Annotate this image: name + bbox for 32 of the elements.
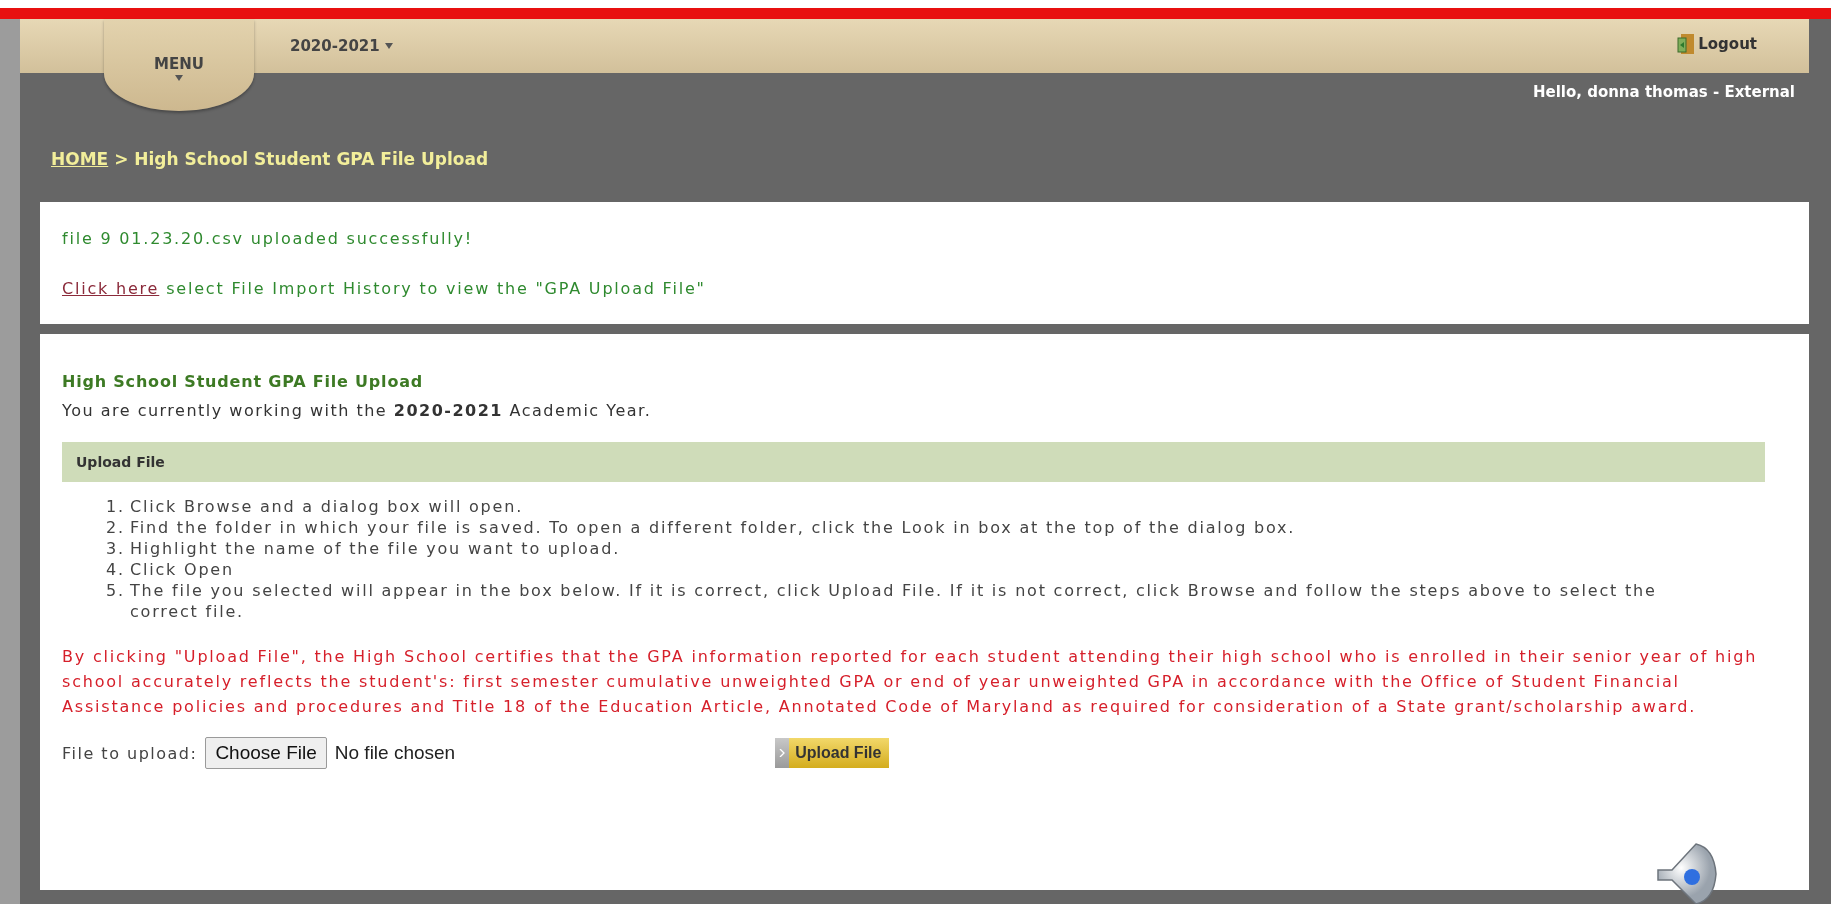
home-link[interactable]: HOME bbox=[51, 149, 109, 169]
menu-tab[interactable]: MENU bbox=[104, 19, 254, 111]
step-text: The file you selected will appear in the box below. If it is correct, click Upload File. If it is not correct, click Browse and follow the steps above to select the correct file. bbox=[130, 580, 1658, 622]
step-number: 2. bbox=[106, 517, 126, 538]
door-icon bbox=[1677, 33, 1696, 55]
step-text: Click Open bbox=[130, 559, 234, 580]
step-text: Click Browse and a dialog box will open. bbox=[130, 496, 524, 517]
step-number: 3. bbox=[106, 538, 126, 559]
click-here-link[interactable]: Click here bbox=[62, 279, 160, 298]
speaker-icon[interactable] bbox=[1656, 840, 1718, 904]
file-status: No file chosen bbox=[334, 742, 456, 764]
step-number: 1. bbox=[106, 496, 126, 517]
step-text: Find the folder in which your file is saved. To open a different folder, click the Look in box at the top of the dialog box. bbox=[130, 517, 1296, 538]
logout-link[interactable]: Logout bbox=[1677, 33, 1757, 55]
success-message: file 9 01.23.20.csv uploaded successfully! bbox=[62, 229, 475, 250]
step-text: Highlight the name of the file you want to upload. bbox=[130, 538, 621, 559]
certification-text: By clicking "Upload File", the High School certifies that the GPA information reported for each student attending their high school who is enrolled in their senior year of high school accurately reflects the student's: first semester cumulative unweighted GPA or end of year unweighted GPA in accordance with the Office of Student Financial Assistance policies and procedures and Title 18 of the Education Article, Annotated Code of Maryland as required for consideration of a State grant/scholarship award. bbox=[62, 646, 1759, 718]
greeting-text: Hello, donna thomas - External bbox=[1532, 82, 1796, 103]
section-header: Upload File bbox=[62, 442, 1765, 482]
step-number: 5. bbox=[106, 580, 126, 602]
caret-icon bbox=[175, 75, 183, 81]
academic-year-text: You are currently working with the 2020-2021 Academic Year. bbox=[62, 401, 653, 420]
choose-file-button[interactable]: Choose File bbox=[205, 737, 327, 769]
upload-button[interactable]: Upload File bbox=[775, 738, 890, 768]
file-label: File to upload: bbox=[62, 743, 198, 763]
caret-icon bbox=[384, 43, 393, 49]
import-history-note: select File Import History to view the "GPA Upload File" bbox=[165, 279, 706, 298]
chevron-icon bbox=[775, 738, 790, 768]
panel-title: High School Student GPA File Upload bbox=[62, 372, 425, 391]
breadcrumb-text: > High School Student GPA File Upload bbox=[113, 149, 489, 169]
year-dropdown[interactable]: 2020-2021 bbox=[290, 37, 393, 55]
step-number: 4. bbox=[106, 559, 126, 580]
